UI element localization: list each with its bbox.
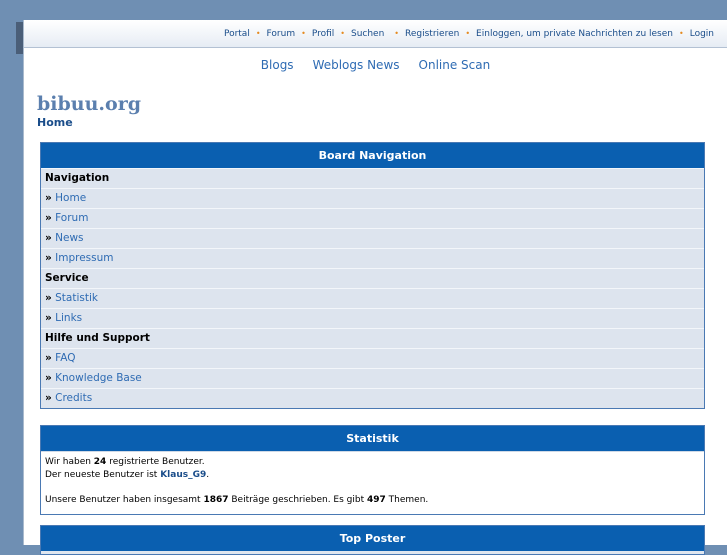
nav-link-row: » Home xyxy=(41,188,704,208)
nav-messages-link[interactable]: Einloggen, um private Nachrichten zu les… xyxy=(476,29,673,39)
newest-user-link[interactable]: Klaus_G9 xyxy=(160,470,206,480)
nav-link-row: » Credits xyxy=(41,388,704,408)
panel-title: Board Navigation xyxy=(41,143,704,168)
nav-separator: • xyxy=(679,29,684,38)
stat-line-newest: Der neueste Benutzer ist Klaus_G9. xyxy=(45,470,210,480)
statistik-panel: Statistik Wir haben 24 registrierte Benu… xyxy=(40,425,705,515)
nav-forum-link[interactable]: Forum xyxy=(267,29,296,39)
raquo-marker: » xyxy=(45,252,52,264)
nav-login-link[interactable]: Login xyxy=(690,29,714,39)
raquo-marker: » xyxy=(45,212,52,224)
nav-link-row: » Forum xyxy=(41,208,704,228)
raquo-marker: » xyxy=(45,192,52,204)
raquo-marker: » xyxy=(45,312,52,324)
nav-suchen-link[interactable]: Suchen xyxy=(351,29,384,39)
panel-title: Statistik xyxy=(41,426,704,451)
online-scan-link[interactable]: Online Scan xyxy=(419,58,491,72)
topic-count: 497 xyxy=(367,495,386,505)
raquo-marker: » xyxy=(45,372,52,384)
nav-link[interactable]: Credits xyxy=(55,392,92,404)
nav-link[interactable]: Forum xyxy=(55,212,88,224)
nav-link[interactable]: Impressum xyxy=(55,252,113,264)
nav-link[interactable]: Home xyxy=(55,192,86,204)
board-navigation-panel: Board Navigation Navigation» Home» Forum… xyxy=(40,142,705,409)
raquo-marker: » xyxy=(45,352,52,364)
nav-separator: • xyxy=(465,29,471,38)
nav-link-row: » Statistik xyxy=(41,288,704,308)
nav-link-row: » Knowledge Base xyxy=(41,368,704,388)
nav-link[interactable]: Statistik xyxy=(55,292,98,304)
nav-link[interactable]: News xyxy=(55,232,83,244)
raquo-marker: » xyxy=(45,392,52,404)
top-poster-panel: Top Poster xyxy=(40,525,705,555)
site-title[interactable]: bibuu.org xyxy=(37,93,141,115)
nav-category: Hilfe und Support xyxy=(41,328,704,348)
weblogs-news-link[interactable]: Weblogs News xyxy=(313,58,400,72)
nav-portal-link[interactable]: Portal xyxy=(224,29,250,39)
nav-separator: • xyxy=(255,29,261,38)
nav-category: Service xyxy=(41,268,704,288)
breadcrumb-home[interactable]: Home xyxy=(37,116,73,129)
panel-title: Top Poster xyxy=(41,526,704,551)
nav-separator: • xyxy=(394,29,400,38)
nav-link-row: » Links xyxy=(41,308,704,328)
nav-separator: • xyxy=(301,29,306,38)
nav-separator: • xyxy=(340,29,345,38)
raquo-marker: » xyxy=(45,292,52,304)
nav-link-row: » News xyxy=(41,228,704,248)
raquo-marker: » xyxy=(45,232,52,244)
nav-link[interactable]: FAQ xyxy=(55,352,75,364)
page-container: Portal • Forum • Profil • Suchen • Regis… xyxy=(23,20,727,555)
post-count: 1867 xyxy=(203,495,229,505)
navigation-list: Navigation» Home» Forum» News» Impressum… xyxy=(41,168,704,408)
top-navigation-bar: Portal • Forum • Profil • Suchen • Regis… xyxy=(24,20,727,48)
blogs-link[interactable]: Blogs xyxy=(261,58,294,72)
nav-category: Navigation xyxy=(41,168,704,188)
nav-link-row: » Impressum xyxy=(41,248,704,268)
nav-link-row: » FAQ xyxy=(41,348,704,368)
nav-profil-link[interactable]: Profil xyxy=(312,29,334,39)
stat-line-posts: Unsere Benutzer haben insgesamt 1867 Bei… xyxy=(45,495,429,505)
nav-link[interactable]: Links xyxy=(55,312,82,324)
user-count: 24 xyxy=(93,457,107,467)
secondary-links: Blogs Weblogs News Online Scan xyxy=(24,58,727,72)
stat-line-users: Wir haben 24 registrierte Benutzer. xyxy=(45,457,205,467)
nav-registrieren-link[interactable]: Registrieren xyxy=(405,29,459,39)
nav-link[interactable]: Knowledge Base xyxy=(55,372,142,384)
statistik-body: Wir haben 24 registrierte Benutzer. Der … xyxy=(41,451,704,514)
